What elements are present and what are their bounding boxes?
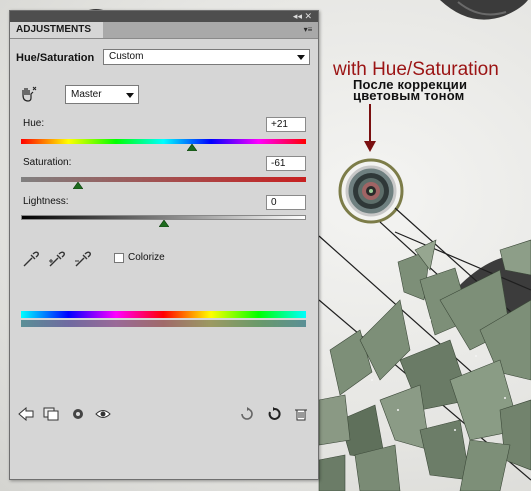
lightness-value-field[interactable]: 0 xyxy=(266,195,306,210)
shards-cluster xyxy=(318,239,531,491)
input-color-bar xyxy=(21,311,306,318)
adjustment-name: Hue/Saturation xyxy=(16,52,95,64)
panel-bottom-toolbar xyxy=(10,401,318,427)
eyedropper-minus-icon[interactable] xyxy=(73,251,91,269)
colorize-checkbox[interactable] xyxy=(114,253,124,263)
tab-adjustments[interactable]: ADJUSTMENTS xyxy=(10,22,103,38)
reset-icon[interactable] xyxy=(239,407,255,421)
lightness-label: Lightness: xyxy=(23,196,69,207)
eyedropper-plus-icon[interactable] xyxy=(47,251,65,269)
hue-value-field[interactable]: +21 xyxy=(266,117,306,132)
panel-tab-row: ADJUSTMENTS ▾≡ xyxy=(10,22,318,39)
output-color-bar xyxy=(21,320,306,327)
visibility-eye-icon[interactable] xyxy=(95,407,111,421)
annotation-line-2: цветовым тоном xyxy=(353,88,465,103)
channel-value: Master xyxy=(71,89,102,100)
hue-slider-track[interactable] xyxy=(21,139,306,144)
panel-menu-icon[interactable]: ▾≡ xyxy=(302,25,314,35)
view-previous-icon[interactable] xyxy=(70,407,86,421)
target-circles xyxy=(338,158,404,224)
preset-dropdown[interactable]: Custom xyxy=(103,49,310,65)
saturation-value-field[interactable]: -61 xyxy=(266,156,306,171)
targeted-adjustment-hand-icon[interactable] xyxy=(19,86,37,104)
back-arrow-icon[interactable] xyxy=(18,407,34,421)
clip-layer-icon[interactable] xyxy=(43,407,59,421)
saturation-label: Saturation: xyxy=(23,157,72,168)
eyedropper-icon[interactable] xyxy=(21,251,39,269)
channel-dropdown[interactable]: Master xyxy=(65,85,139,104)
preset-value: Custom xyxy=(109,51,144,62)
panel-titlebar: ◂◂ ✕ xyxy=(10,11,318,22)
colorize-label: Colorize xyxy=(128,252,165,263)
chevron-down-icon xyxy=(297,55,305,60)
refresh-icon[interactable] xyxy=(266,407,282,421)
chevron-down-icon xyxy=(126,93,134,98)
adjustments-panel: ◂◂ ✕ ADJUSTMENTS ▾≡ Hue/Saturation Custo… xyxy=(9,10,319,480)
annotation-caption: После коррекции цветовым тоном xyxy=(353,78,467,103)
saturation-slider-track[interactable] xyxy=(21,177,306,182)
panel-window-controls[interactable]: ◂◂ ✕ xyxy=(293,11,312,22)
hue-label: Hue: xyxy=(23,118,45,129)
trash-icon[interactable] xyxy=(293,407,309,421)
